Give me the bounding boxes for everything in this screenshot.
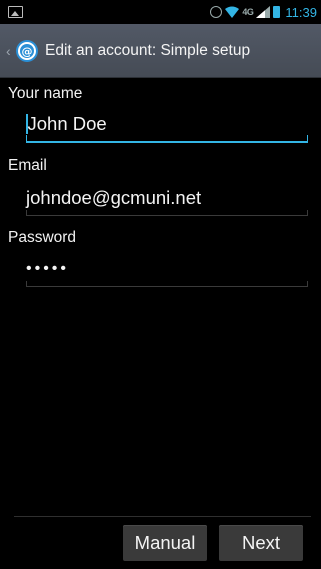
password-field[interactable]: ••••• [26,251,308,287]
clock: 11:39 [285,4,317,20]
action-bar: ‹ @ Edit an account: Simple setup [0,24,321,78]
gallery-icon [8,6,23,18]
next-button[interactable]: Next [219,525,303,561]
email-field[interactable]: johndoe@gcmuni.net [26,180,308,216]
name-value: John Doe [27,113,107,134]
wifi-icon [225,6,240,18]
email-value: johndoe@gcmuni.net [26,186,202,208]
email-label: Email [8,157,47,174]
page-title: Edit an account: Simple setup [45,41,251,59]
name-field[interactable]: John Doe [26,107,308,143]
alarm-icon [210,6,223,18]
battery-icon [273,6,281,18]
signal-icon [256,6,271,18]
status-bar: 4G 11:39 [0,0,321,24]
status-right: 4G 11:39 [210,5,317,20]
name-label: Your name [8,85,83,102]
password-value: ••••• [26,259,70,277]
email-at-icon[interactable]: @ [15,39,39,63]
svg-text:@: @ [22,45,33,58]
network-type-label: 4G [242,7,254,17]
chevron-left-icon[interactable]: ‹ [6,43,14,59]
password-label: Password [8,229,77,246]
bottom-divider [14,516,311,517]
status-left [8,6,23,18]
manual-button[interactable]: Manual [123,525,207,561]
